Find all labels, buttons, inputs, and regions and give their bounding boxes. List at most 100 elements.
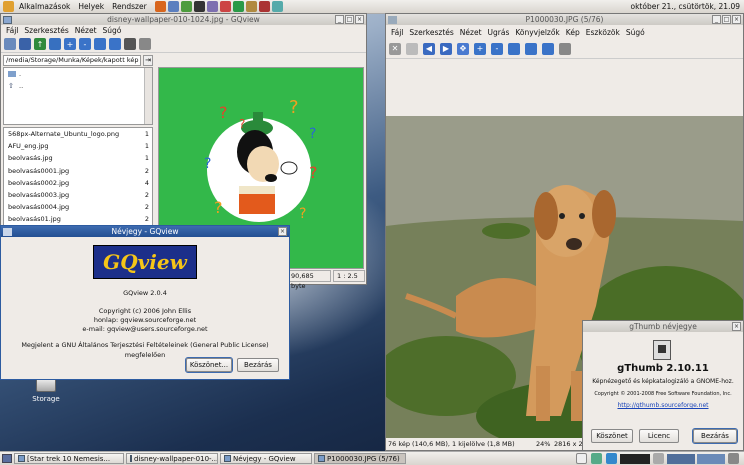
zoom-100-icon[interactable] [109, 38, 121, 50]
zoom-fit-width-icon[interactable] [542, 42, 554, 55]
clock[interactable]: október 21., csütörtök, 21.09 [630, 2, 740, 11]
trash-icon[interactable] [728, 453, 739, 464]
update-icon[interactable] [576, 453, 587, 464]
close-dialog-button[interactable]: Bezárás [237, 358, 279, 372]
save-icon[interactable] [406, 42, 418, 55]
zoom-out-icon[interactable]: - [491, 42, 503, 55]
gqview-about-title: Névjegy - GQview [111, 227, 179, 236]
license-button[interactable]: Licenc [639, 429, 679, 443]
thumbnails-icon[interactable] [4, 38, 16, 50]
list-item[interactable]: AFU_eng.jpg 1 [4, 140, 152, 152]
network-icon[interactable] [271, 1, 283, 12]
close-button[interactable]: × [732, 15, 741, 24]
list-item[interactable]: beolvasás0004.jpg 2 [4, 201, 152, 213]
book-icon[interactable] [258, 1, 270, 12]
gthumb-menu-edit[interactable]: Szerkesztés [406, 28, 456, 37]
mail-icon[interactable] [167, 1, 179, 12]
gqview-menu-edit[interactable]: Szerkesztés [21, 26, 71, 35]
refresh-icon[interactable] [49, 38, 61, 50]
home-icon[interactable] [19, 38, 31, 50]
gqview-about-titlebar[interactable]: Névjegy - GQview × [1, 226, 289, 237]
workspace-switcher-2[interactable] [697, 453, 725, 464]
list-item[interactable]: beolvasás0002.jpg 4 [4, 177, 152, 189]
back-icon[interactable]: ◀ [423, 42, 435, 55]
gqview-menu-view[interactable]: Nézet [72, 26, 100, 35]
credits-button[interactable]: Köszönet [591, 429, 633, 443]
gthumb-menu-view[interactable]: Nézet [457, 28, 485, 37]
cpu-monitor-icon[interactable] [620, 453, 650, 464]
window-icon [224, 455, 231, 462]
zoom-in-icon[interactable]: + [64, 38, 76, 50]
volume-icon[interactable] [591, 453, 602, 464]
zoom-100-icon[interactable] [508, 42, 520, 55]
list-item[interactable]: beolvasás0001.jpg 2 [4, 165, 152, 177]
gthumb-menu-go[interactable]: Ugrás [485, 28, 513, 37]
list-item[interactable]: ⇧.. [4, 80, 152, 92]
network-tray-icon[interactable] [606, 453, 617, 464]
fullscreen-icon[interactable]: ✥ [457, 42, 469, 55]
gqview-logo: GQview [93, 245, 197, 279]
gthumb-titlebar[interactable]: P1000030.JPG (5/76) _ □ × [386, 14, 743, 25]
gthumb-about-titlebar[interactable]: gThumb névjegye × [583, 321, 743, 332]
gthumb-menu-image[interactable]: Kép [563, 28, 583, 37]
stop-icon[interactable] [219, 1, 231, 12]
taskbar-item[interactable]: disney-wallpaper-010-... [126, 453, 218, 464]
menu-applications[interactable]: Alkalmazások [15, 2, 74, 11]
close-icon[interactable]: ✕ [389, 42, 401, 55]
gqview-menu-help[interactable]: Súgó [100, 26, 125, 35]
media-player-icon[interactable] [180, 1, 192, 12]
terminal-icon[interactable] [193, 1, 205, 12]
maximize-button[interactable]: □ [722, 15, 731, 24]
list-item[interactable]: 568px-Alternate_Ubuntu_logo.png 1 [4, 128, 152, 140]
gqview-menu-file[interactable]: Fájl [3, 26, 21, 35]
settings-icon[interactable] [124, 38, 136, 50]
gthumb-logo-icon [653, 340, 671, 360]
taskbar-item[interactable]: P1000030.JPG (5/76) [314, 453, 406, 464]
list-item[interactable]: beolvasás01.jpg 2 [4, 213, 152, 225]
desktop-icon-storage[interactable]: Storage [24, 378, 68, 403]
thanks-button[interactable]: Köszönet... [185, 357, 233, 373]
menu-places[interactable]: Helyek [74, 2, 108, 11]
close-button[interactable]: × [278, 227, 287, 236]
taskbar-item[interactable]: Névjegy - GQview [220, 453, 312, 464]
zoom-fit-icon[interactable] [94, 38, 106, 50]
list-item[interactable]: . [4, 68, 152, 80]
show-desktop-icon[interactable] [2, 454, 12, 463]
close-button[interactable]: × [355, 15, 364, 24]
image-viewer-icon[interactable] [206, 1, 218, 12]
gthumb-link[interactable]: http://gthumb.sourceforge.net [583, 401, 743, 411]
zoom-fit-icon[interactable] [525, 42, 537, 55]
taskbar-item[interactable]: [Star trek 10 Nemesis... [14, 453, 124, 464]
properties-icon[interactable] [559, 42, 571, 55]
forward-icon[interactable]: ▶ [440, 42, 452, 55]
gthumb-menu-file[interactable]: Fájl [388, 28, 406, 37]
play-icon[interactable] [232, 1, 244, 12]
path-input[interactable]: /media/Storage/Munka/Képek/kapott kép [3, 54, 141, 66]
minimize-button[interactable]: _ [335, 15, 344, 24]
window-icon [130, 455, 132, 462]
directory-scrollbar[interactable] [144, 68, 152, 124]
gqview-pathbar: /media/Storage/Munka/Képek/kapott kép ⇥ [1, 53, 155, 67]
gthumb-menu-bookmarks[interactable]: Könyvjelzők [512, 28, 562, 37]
workspace-switcher[interactable] [667, 453, 695, 464]
firefox-icon[interactable] [154, 1, 166, 12]
gqview-titlebar[interactable]: disney-wallpaper-010-1024.jpg - GQview _… [1, 14, 366, 25]
list-item[interactable]: beolvasás.jpg 1 [4, 152, 152, 164]
close-dialog-button[interactable]: Bezárás [692, 428, 738, 444]
up-icon[interactable]: ↑ [34, 38, 46, 50]
maximize-button[interactable]: □ [345, 15, 354, 24]
menu-system[interactable]: Rendszer [108, 2, 151, 11]
pin-icon[interactable] [139, 38, 151, 50]
battery-icon[interactable] [653, 453, 664, 464]
close-button[interactable]: × [732, 322, 741, 331]
gthumb-menu-tools[interactable]: Eszközök [583, 28, 623, 37]
folder-icon[interactable] [245, 1, 257, 12]
gnome-foot-icon[interactable] [3, 1, 14, 12]
list-item[interactable]: beolvasás0003.jpg 2 [4, 189, 152, 201]
gthumb-menu-help[interactable]: Súgó [623, 28, 648, 37]
zoom-out-icon[interactable]: - [79, 38, 91, 50]
top-panel: Alkalmazások Helyek Rendszer október 21.… [0, 0, 744, 14]
zoom-in-icon[interactable]: + [474, 42, 486, 55]
minimize-button[interactable]: _ [712, 15, 721, 24]
path-go-button[interactable]: ⇥ [143, 54, 153, 66]
